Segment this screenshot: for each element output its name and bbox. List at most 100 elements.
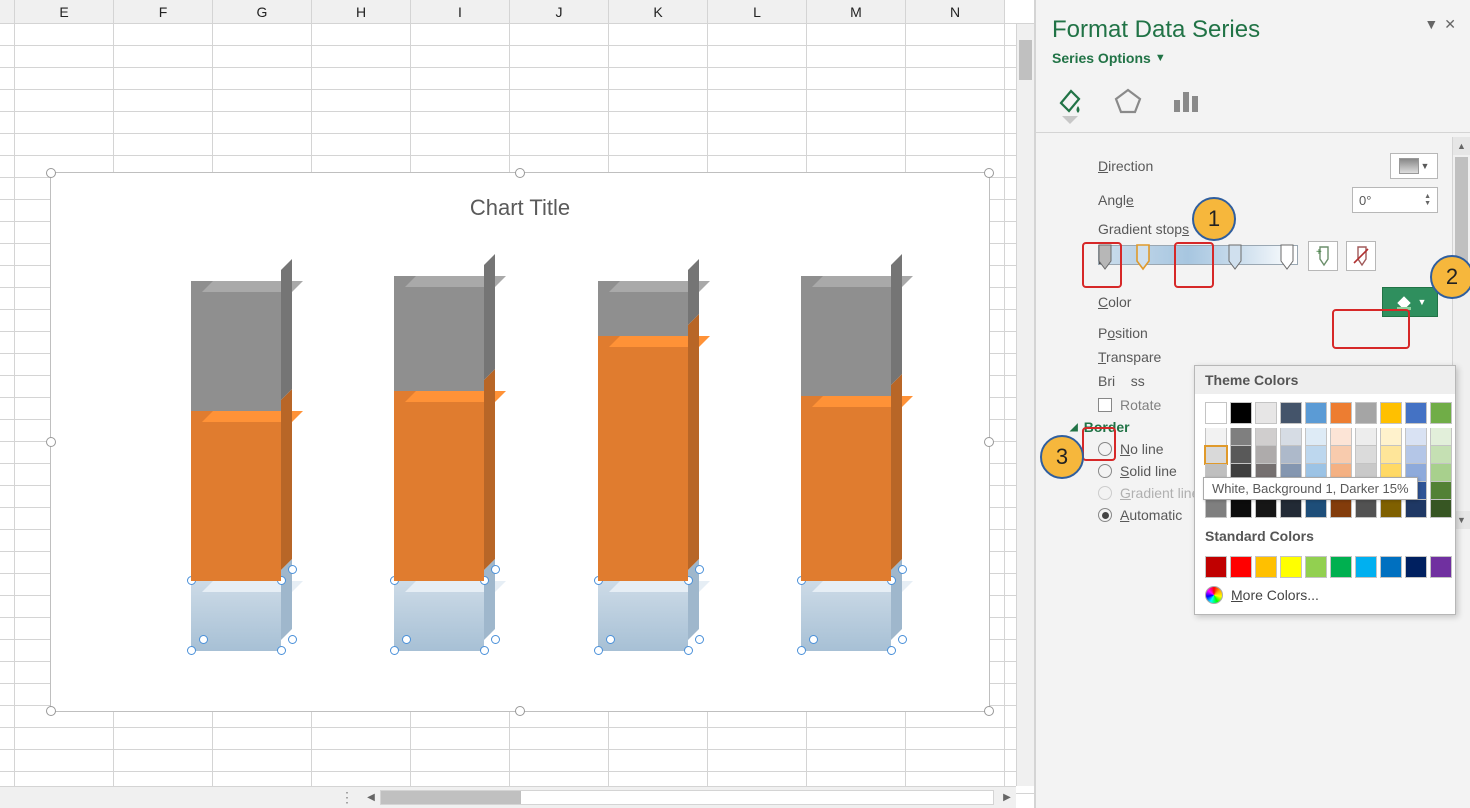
- series-selection-handle[interactable]: [684, 646, 693, 655]
- chart-resize-handle[interactable]: [984, 437, 994, 447]
- more-colors-button[interactable]: More Colors...: [1195, 578, 1455, 606]
- series-selection-handle[interactable]: [199, 635, 208, 644]
- column-header[interactable]: L: [708, 0, 807, 23]
- column-header[interactable]: H: [312, 0, 411, 23]
- color-swatch[interactable]: [1355, 428, 1377, 446]
- column-header[interactable]: N: [906, 0, 1005, 23]
- vertical-scrollbar-thumb[interactable]: [1019, 40, 1032, 80]
- series-selection-handle[interactable]: [187, 646, 196, 655]
- color-swatch[interactable]: [1405, 402, 1427, 424]
- color-swatch[interactable]: [1430, 446, 1452, 464]
- color-swatch[interactable]: [1230, 428, 1252, 446]
- horizontal-scrollbar-thumb[interactable]: [381, 791, 521, 804]
- chart-resize-handle[interactable]: [984, 168, 994, 178]
- color-swatch[interactable]: [1355, 500, 1377, 518]
- color-swatch[interactable]: [1430, 556, 1452, 578]
- color-swatch[interactable]: [1280, 428, 1302, 446]
- color-swatch[interactable]: [1255, 500, 1277, 518]
- scroll-left-arrow-icon[interactable]: ◀: [362, 790, 380, 806]
- chart-resize-handle[interactable]: [515, 706, 525, 716]
- color-swatch[interactable]: [1280, 402, 1302, 424]
- color-swatch[interactable]: [1430, 464, 1452, 482]
- color-swatch[interactable]: [1255, 428, 1277, 446]
- gradient-stop-4[interactable]: [1279, 243, 1295, 273]
- color-swatch[interactable]: [1305, 500, 1327, 518]
- chart-resize-handle[interactable]: [46, 706, 56, 716]
- vertical-scrollbar[interactable]: [1016, 24, 1034, 786]
- effects-tab-icon[interactable]: [1110, 82, 1146, 118]
- scroll-up-arrow-icon[interactable]: ▲: [1453, 137, 1470, 155]
- column-header[interactable]: F: [114, 0, 213, 23]
- color-swatch[interactable]: [1355, 556, 1377, 578]
- color-swatch[interactable]: [1430, 500, 1452, 518]
- series-selection-handle[interactable]: [491, 635, 500, 644]
- color-swatch[interactable]: [1405, 446, 1427, 464]
- selected-series-segment[interactable]: [394, 581, 484, 651]
- color-swatch[interactable]: [1280, 556, 1302, 578]
- chart-resize-handle[interactable]: [984, 706, 994, 716]
- chart-bar[interactable]: [394, 276, 484, 651]
- series-selection-handle[interactable]: [809, 635, 818, 644]
- color-swatch[interactable]: [1330, 500, 1352, 518]
- angle-input[interactable]: 0° ▲▼: [1352, 187, 1438, 213]
- color-swatch[interactable]: [1305, 446, 1327, 464]
- color-swatch[interactable]: [1405, 428, 1427, 446]
- horizontal-scrollbar-track[interactable]: [380, 790, 994, 805]
- column-header[interactable]: G: [213, 0, 312, 23]
- series-options-tab-icon[interactable]: [1168, 82, 1204, 118]
- color-swatch[interactable]: [1430, 482, 1452, 500]
- color-swatch[interactable]: [1355, 402, 1377, 424]
- series-selection-handle[interactable]: [695, 635, 704, 644]
- scroll-right-arrow-icon[interactable]: ▶: [998, 790, 1016, 806]
- color-swatch[interactable]: [1205, 446, 1227, 464]
- column-header[interactable]: J: [510, 0, 609, 23]
- chart-resize-handle[interactable]: [46, 168, 56, 178]
- radio-icon[interactable]: [1098, 464, 1112, 478]
- radio-icon[interactable]: [1098, 508, 1112, 522]
- color-swatch[interactable]: [1280, 500, 1302, 518]
- chart-plot-area[interactable]: [191, 261, 891, 651]
- series-selection-handle[interactable]: [390, 646, 399, 655]
- color-swatch[interactable]: [1430, 402, 1452, 424]
- series-selection-handle[interactable]: [797, 646, 806, 655]
- color-swatch[interactable]: [1205, 402, 1227, 424]
- selected-series-segment[interactable]: [598, 581, 688, 651]
- color-swatch[interactable]: [1330, 446, 1352, 464]
- fill-and-line-tab-icon[interactable]: [1052, 82, 1088, 118]
- add-gradient-stop-button[interactable]: +: [1308, 241, 1338, 271]
- series-selection-handle[interactable]: [887, 646, 896, 655]
- color-swatch[interactable]: [1430, 428, 1452, 446]
- color-swatch[interactable]: [1230, 446, 1252, 464]
- series-selection-handle[interactable]: [594, 646, 603, 655]
- chart-title[interactable]: Chart Title: [51, 195, 989, 221]
- series-options-dropdown[interactable]: Series Options ▼: [1052, 50, 1166, 66]
- sheet-tab-menu-icon[interactable]: ⋮: [340, 789, 354, 806]
- chart-bar[interactable]: [598, 281, 688, 651]
- color-swatch[interactable]: [1305, 402, 1327, 424]
- column-header[interactable]: M: [807, 0, 906, 23]
- gradient-stop-3[interactable]: [1227, 243, 1243, 273]
- column-header[interactable]: I: [411, 0, 510, 23]
- color-swatch[interactable]: [1230, 556, 1252, 578]
- color-swatch[interactable]: [1305, 428, 1327, 446]
- rotate-checkbox[interactable]: [1098, 398, 1112, 412]
- series-selection-handle[interactable]: [277, 646, 286, 655]
- column-header[interactable]: K: [609, 0, 708, 23]
- chart-resize-handle[interactable]: [515, 168, 525, 178]
- chart-resize-handle[interactable]: [46, 437, 56, 447]
- series-selection-handle[interactable]: [898, 635, 907, 644]
- color-swatch[interactable]: [1255, 446, 1277, 464]
- gradient-stop-2[interactable]: [1135, 243, 1151, 273]
- color-swatch[interactable]: [1230, 402, 1252, 424]
- task-pane-options-icon[interactable]: ▼: [1424, 16, 1438, 33]
- color-swatch[interactable]: [1280, 446, 1302, 464]
- color-swatch[interactable]: [1255, 556, 1277, 578]
- close-icon[interactable]: ✕: [1444, 16, 1456, 33]
- color-swatch[interactable]: [1305, 556, 1327, 578]
- worksheet-grid[interactable]: EFGHIJKLMN ⋮ ◀ ▶ Chart Title: [0, 0, 1035, 808]
- angle-spinner-icon[interactable]: ▲▼: [1424, 193, 1431, 207]
- column-header[interactable]: E: [15, 0, 114, 23]
- color-swatch[interactable]: [1355, 446, 1377, 464]
- series-selection-handle[interactable]: [288, 635, 297, 644]
- horizontal-scrollbar[interactable]: ⋮ ◀ ▶: [0, 786, 1016, 808]
